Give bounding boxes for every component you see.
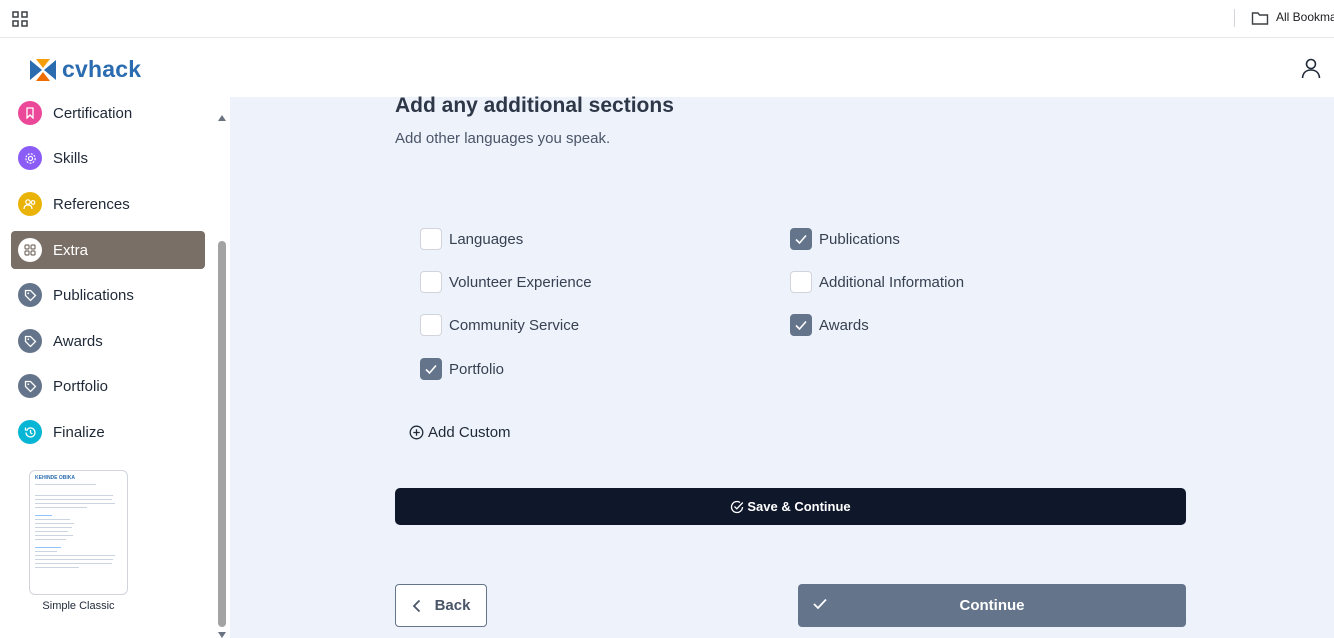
bookmarks-bar: All Bookma: [0, 0, 1334, 38]
gear-icon: [18, 146, 42, 170]
page-title: Add any additional sections: [395, 94, 674, 117]
sidebar-item-label: Portfolio: [53, 377, 109, 395]
scroll-down-arrow-icon[interactable]: [218, 632, 226, 638]
template-thumbnail[interactable]: KEHINDE OBIKA: [29, 470, 128, 595]
option-label: Additional Information: [819, 273, 965, 291]
sidebar: Certification Skills References Extra Pu…: [0, 97, 230, 638]
save-continue-button[interactable]: Save & Continue: [395, 488, 1186, 525]
continue-label: Continue: [959, 597, 1025, 614]
award-badge-icon: [18, 101, 42, 125]
preview-line: [35, 547, 62, 548]
preview-line: [35, 531, 69, 532]
user-icon[interactable]: [1300, 57, 1322, 79]
sidebar-item-label: Awards: [53, 332, 103, 350]
page-subtitle: Add other languages you speak.: [395, 130, 611, 147]
check-circle-icon: [731, 500, 744, 513]
checkbox[interactable]: [790, 271, 812, 293]
all-bookmarks-link[interactable]: All Bookma: [1276, 10, 1334, 24]
sidebar-item-label: Certification: [53, 104, 133, 122]
checkbox[interactable]: [420, 228, 442, 250]
preview-line: [35, 563, 112, 564]
scroll-up-arrow-icon[interactable]: [218, 115, 226, 121]
sidebar-item-publications[interactable]: Publications: [11, 276, 205, 314]
option-portfolio[interactable]: Portfolio: [420, 358, 504, 380]
app-header: cvhack: [0, 38, 1334, 97]
history-icon: [18, 420, 42, 444]
tag-icon: [18, 329, 42, 353]
main-content: Add any additional sections Add other la…: [230, 94, 1334, 638]
option-languages[interactable]: Languages: [420, 228, 523, 250]
cvhack-logo-icon: [30, 58, 56, 81]
checkbox[interactable]: [420, 271, 442, 293]
tag-icon: [18, 374, 42, 398]
add-custom-label: Add Custom: [428, 424, 511, 441]
sidebar-item-label: Finalize: [53, 423, 105, 441]
option-additional-information[interactable]: Additional Information: [790, 271, 964, 293]
checkbox-checked[interactable]: [420, 358, 442, 380]
template-caption: Simple Classic: [42, 600, 115, 612]
sidebar-item-portfolio[interactable]: Portfolio: [11, 367, 205, 405]
preview-line: [35, 535, 74, 536]
tag-icon: [18, 283, 42, 307]
grid-icon: [18, 238, 42, 262]
sidebar-item-skills[interactable]: Skills: [11, 139, 205, 177]
option-community-service[interactable]: Community Service: [420, 314, 579, 336]
preview-line: [35, 503, 116, 504]
save-continue-label: Save & Continue: [747, 499, 851, 514]
option-volunteer-experience[interactable]: Volunteer Experience: [420, 271, 592, 293]
checkmark-icon: [795, 234, 807, 245]
add-custom-button[interactable]: Add Custom: [409, 424, 511, 441]
preview-line: [35, 551, 57, 552]
sidebar-item-label: Skills: [53, 149, 89, 167]
preview-line: [35, 523, 75, 524]
preview-line: [35, 515, 53, 516]
continue-button[interactable]: Continue: [798, 584, 1186, 627]
option-label: Languages: [449, 230, 524, 248]
apps-grid-icon[interactable]: [12, 11, 28, 27]
checkbox-checked[interactable]: [790, 228, 812, 250]
option-label: Awards: [819, 316, 869, 334]
preview-line: [35, 499, 112, 500]
sidebar-item-label: Extra: [53, 241, 89, 259]
preview-line: [35, 507, 88, 508]
preview-line: [35, 567, 79, 568]
sidebar-item-label: References: [53, 195, 130, 213]
bookmarks-divider: [1234, 9, 1235, 27]
chevron-left-icon: [412, 599, 420, 612]
option-label: Portfolio: [449, 360, 505, 378]
sidebar-item-certification[interactable]: Certification: [11, 97, 205, 132]
people-icon: [18, 192, 42, 216]
preview-line: [35, 555, 116, 556]
preview-line: [35, 527, 72, 528]
option-label: Volunteer Experience: [449, 273, 592, 291]
sidebar-item-extra[interactable]: Extra: [11, 231, 205, 269]
sidebar-item-finalize[interactable]: Finalize: [11, 413, 205, 451]
brand-name: cvhack: [62, 56, 142, 82]
checkmark-icon: [795, 320, 807, 331]
preview-line: [35, 539, 67, 540]
preview-line: [35, 519, 70, 520]
sidebar-item-awards[interactable]: Awards: [11, 322, 205, 360]
sidebar-item-label: Publications: [53, 286, 134, 304]
option-label: Publications: [819, 230, 900, 248]
folder-icon: [1251, 12, 1269, 25]
back-label: Back: [434, 597, 471, 614]
option-publications[interactable]: Publications: [790, 228, 900, 250]
sidebar-item-references[interactable]: References: [11, 185, 205, 223]
preview-line: [35, 484, 96, 485]
preview-line: [35, 559, 114, 560]
scrollbar-thumb[interactable]: [218, 241, 226, 627]
option-label: Community Service: [449, 316, 580, 334]
brand-logo[interactable]: cvhack: [28, 56, 141, 83]
option-awards[interactable]: Awards: [790, 314, 869, 336]
checkmark-icon: [425, 364, 437, 375]
checkbox-checked[interactable]: [790, 314, 812, 336]
checkbox[interactable]: [420, 314, 442, 336]
preview-line: [35, 495, 114, 496]
back-button[interactable]: Back: [395, 584, 487, 627]
template-preview-name: KEHINDE OBIKA: [35, 475, 76, 481]
plus-circle-icon: [409, 425, 424, 440]
